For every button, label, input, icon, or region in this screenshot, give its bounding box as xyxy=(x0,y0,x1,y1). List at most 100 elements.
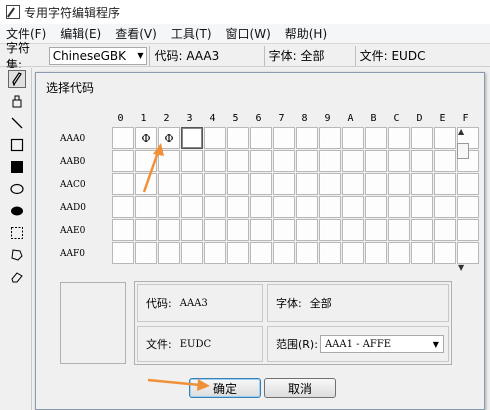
code-cell[interactable] xyxy=(411,150,433,172)
code-cell[interactable] xyxy=(296,173,318,195)
filled-rectangle-icon[interactable] xyxy=(8,158,26,176)
code-cell[interactable]: Φ xyxy=(135,127,157,149)
code-cell[interactable] xyxy=(434,127,456,149)
code-cell[interactable] xyxy=(388,242,410,264)
code-grid[interactable]: ΦΦ xyxy=(112,127,479,271)
code-cell[interactable] xyxy=(273,196,295,218)
code-cell[interactable] xyxy=(273,173,295,195)
code-cell[interactable] xyxy=(342,219,364,241)
code-cell[interactable] xyxy=(388,127,410,149)
code-cell[interactable] xyxy=(365,219,387,241)
ok-button[interactable]: 确定 xyxy=(189,378,261,398)
code-cell[interactable] xyxy=(112,173,134,195)
code-cell[interactable] xyxy=(204,196,226,218)
code-cell[interactable] xyxy=(342,196,364,218)
selected-code-cell[interactable] xyxy=(181,127,203,149)
code-cell[interactable] xyxy=(342,173,364,195)
pencil-icon[interactable] xyxy=(8,70,26,88)
code-cell[interactable] xyxy=(250,196,272,218)
code-cell[interactable] xyxy=(296,196,318,218)
code-cell[interactable] xyxy=(319,242,341,264)
menu-help[interactable]: 帮助(H) xyxy=(285,25,327,42)
code-cell[interactable] xyxy=(434,150,456,172)
range-select[interactable]: AAA1 - AFFE ▼ xyxy=(319,335,444,353)
code-cell[interactable] xyxy=(181,242,203,264)
code-cell[interactable] xyxy=(181,173,203,195)
code-cell[interactable] xyxy=(250,219,272,241)
code-cell[interactable] xyxy=(181,219,203,241)
hollow-ellipse-icon[interactable] xyxy=(8,180,26,198)
code-cell[interactable] xyxy=(250,173,272,195)
code-cell[interactable] xyxy=(434,173,456,195)
code-cell[interactable] xyxy=(227,127,249,149)
code-cell[interactable] xyxy=(411,242,433,264)
menu-window[interactable]: 窗口(W) xyxy=(226,25,271,42)
code-cell[interactable] xyxy=(204,219,226,241)
code-cell[interactable] xyxy=(135,196,157,218)
scroll-down-icon[interactable]: ▼ xyxy=(458,263,464,272)
code-cell[interactable] xyxy=(135,150,157,172)
code-cell[interactable] xyxy=(227,150,249,172)
code-cell[interactable] xyxy=(158,196,180,218)
code-cell[interactable] xyxy=(365,242,387,264)
code-cell[interactable] xyxy=(411,219,433,241)
code-cell[interactable] xyxy=(112,219,134,241)
code-cell[interactable] xyxy=(204,127,226,149)
code-cell[interactable] xyxy=(319,219,341,241)
code-cell[interactable] xyxy=(365,196,387,218)
code-cell[interactable] xyxy=(273,150,295,172)
code-cell[interactable] xyxy=(135,219,157,241)
code-cell[interactable] xyxy=(434,219,456,241)
code-cell[interactable] xyxy=(204,150,226,172)
eraser-icon[interactable] xyxy=(8,268,26,286)
code-cell[interactable] xyxy=(296,242,318,264)
grid-scrollbar[interactable]: ▲ ▼ xyxy=(456,125,470,273)
charset-select[interactable]: ChineseGBK ▼ xyxy=(48,46,148,65)
code-cell[interactable] xyxy=(158,150,180,172)
code-cell[interactable] xyxy=(388,219,410,241)
code-cell[interactable] xyxy=(319,196,341,218)
code-cell[interactable] xyxy=(365,150,387,172)
code-cell[interactable] xyxy=(296,127,318,149)
brush-icon[interactable] xyxy=(8,92,26,110)
code-cell[interactable] xyxy=(411,127,433,149)
code-cell[interactable] xyxy=(411,173,433,195)
code-cell[interactable] xyxy=(319,127,341,149)
code-cell[interactable] xyxy=(112,150,134,172)
code-cell[interactable] xyxy=(250,150,272,172)
code-cell[interactable] xyxy=(204,242,226,264)
code-cell[interactable] xyxy=(181,150,203,172)
code-cell[interactable]: Φ xyxy=(158,127,180,149)
code-cell[interactable] xyxy=(365,173,387,195)
menu-view[interactable]: 查看(V) xyxy=(115,25,157,42)
code-cell[interactable] xyxy=(342,150,364,172)
code-cell[interactable] xyxy=(411,196,433,218)
hollow-rectangle-icon[interactable] xyxy=(8,136,26,154)
code-cell[interactable] xyxy=(434,196,456,218)
code-cell[interactable] xyxy=(227,242,249,264)
code-cell[interactable] xyxy=(273,127,295,149)
code-cell[interactable] xyxy=(181,196,203,218)
code-cell[interactable] xyxy=(296,219,318,241)
code-cell[interactable] xyxy=(319,173,341,195)
code-cell[interactable] xyxy=(342,127,364,149)
menu-edit[interactable]: 编辑(E) xyxy=(60,25,101,42)
code-cell[interactable] xyxy=(319,150,341,172)
code-cell[interactable] xyxy=(227,196,249,218)
code-cell[interactable] xyxy=(158,173,180,195)
code-cell[interactable] xyxy=(158,219,180,241)
code-cell[interactable] xyxy=(388,150,410,172)
filled-ellipse-icon[interactable] xyxy=(8,202,26,220)
code-cell[interactable] xyxy=(250,242,272,264)
code-cell[interactable] xyxy=(388,173,410,195)
menu-tools[interactable]: 工具(T) xyxy=(171,25,212,42)
code-cell[interactable] xyxy=(250,127,272,149)
code-cell[interactable] xyxy=(227,219,249,241)
code-cell[interactable] xyxy=(135,173,157,195)
code-cell[interactable] xyxy=(112,242,134,264)
code-cell[interactable] xyxy=(227,173,249,195)
code-cell[interactable] xyxy=(388,196,410,218)
scrollbar-thumb[interactable] xyxy=(457,143,469,159)
code-cell[interactable] xyxy=(434,242,456,264)
code-cell[interactable] xyxy=(342,242,364,264)
